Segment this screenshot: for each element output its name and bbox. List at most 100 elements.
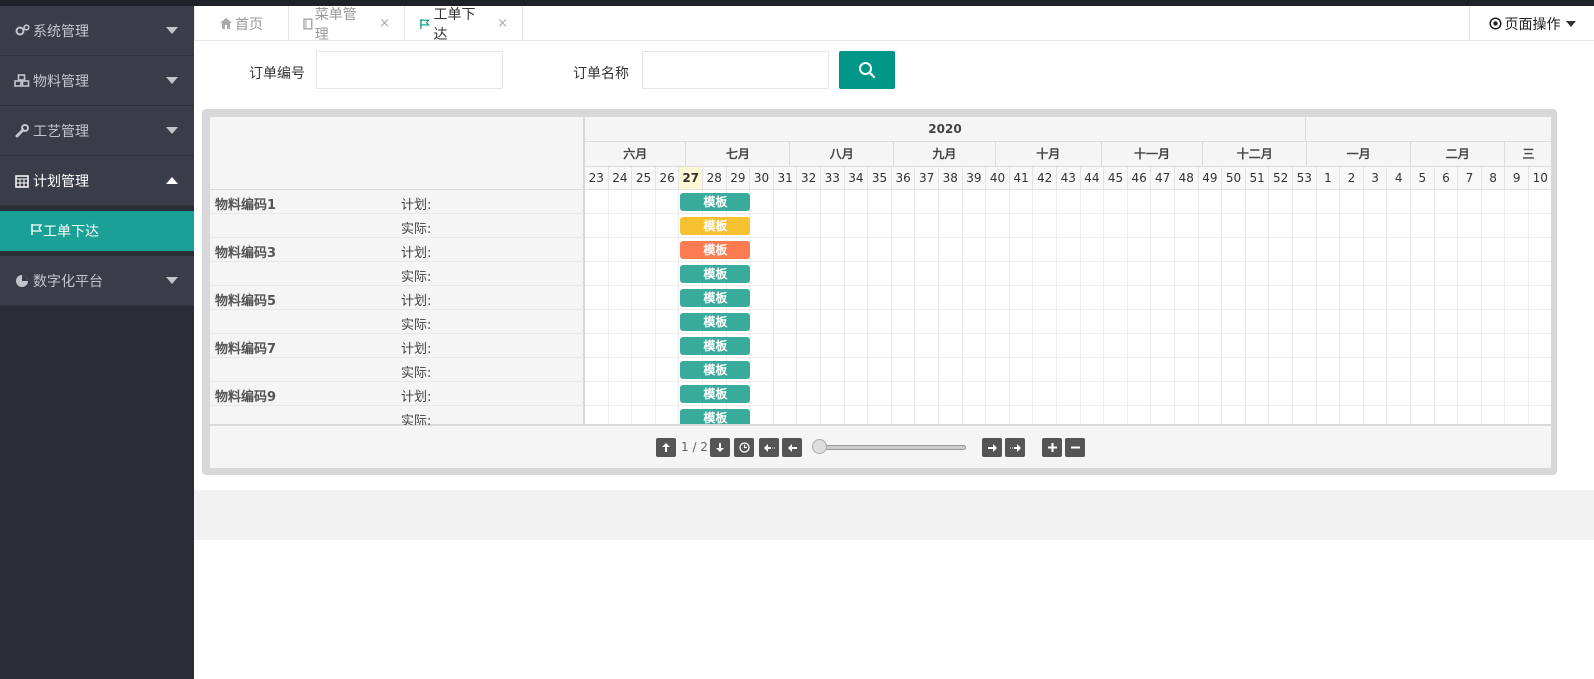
sidebar-item-system[interactable]: 系统管理: [0, 6, 194, 56]
week-header: 42: [1033, 167, 1057, 190]
gantt-bar[interactable]: 模板: [680, 289, 751, 307]
arrow-right-end-icon: [1009, 443, 1021, 452]
page-down-button[interactable]: [710, 438, 730, 457]
gantt-row-label: 物料编码1 计划:: [210, 190, 584, 214]
search-icon: [859, 62, 876, 79]
scroll-right-button[interactable]: [982, 438, 1002, 457]
order-name-input[interactable]: [642, 51, 829, 89]
gantt-row-label: 实际:: [210, 214, 584, 238]
gantt-row-label: 物料编码3 计划:: [210, 238, 584, 262]
tab-home[interactable]: 首页: [194, 6, 289, 41]
chevron-down-icon: [166, 27, 178, 34]
sidebar-item-label: 计划管理: [33, 173, 89, 190]
gantt-bar[interactable]: 模板: [680, 409, 751, 424]
sidebar: 系统管理 物料管理 工艺管理 计划管理 工单下达 数字化平台: [0, 6, 194, 679]
clock-icon: [738, 442, 750, 453]
week-header: 38: [939, 167, 963, 190]
sidebar-item-label: 工艺管理: [33, 123, 89, 140]
arrow-up-icon: [662, 443, 670, 452]
week-header: 25: [632, 167, 656, 190]
week-header: 48: [1175, 167, 1199, 190]
week-header: 24: [608, 167, 633, 190]
month-header: 十二月: [1203, 142, 1308, 167]
sidebar-item-process[interactable]: 工艺管理: [0, 106, 194, 156]
week-header: 35: [868, 167, 892, 190]
gantt-bar[interactable]: 模板: [680, 361, 751, 379]
gantt-row-label: 实际:: [210, 262, 584, 286]
row-type: 实际:: [401, 366, 432, 381]
gantt-bar[interactable]: 模板: [680, 313, 751, 331]
wrench-icon: [14, 123, 30, 139]
month-header: 七月: [686, 142, 791, 167]
gantt-bar[interactable]: 模板: [680, 337, 751, 355]
gantt-bar[interactable]: 模板: [680, 265, 751, 283]
gantt-bar[interactable]: 模板: [680, 193, 751, 211]
month-header: 九月: [894, 142, 996, 167]
week-header: 40: [986, 167, 1010, 190]
zoom-slider-handle[interactable]: [812, 439, 827, 454]
search-button[interactable]: [839, 51, 895, 89]
week-header: 9: [1505, 167, 1529, 190]
search-form: 订单编号 订单名称: [194, 42, 1594, 102]
gantt-bar[interactable]: 模板: [680, 241, 751, 259]
sidebar-item-material[interactable]: 物料管理: [0, 56, 194, 106]
material-code: 物料编码5: [215, 294, 277, 309]
gantt-row-label: 物料编码5 计划:: [210, 286, 584, 310]
pie-chart-icon: [14, 273, 30, 289]
gantt-navigation: 1 / 2: [210, 425, 1551, 468]
week-header: 50: [1222, 167, 1246, 190]
close-icon[interactable]: ×: [497, 16, 508, 31]
tab-label: 菜单管理: [314, 6, 357, 43]
gantt-row-label: 物料编码9 计划:: [210, 382, 584, 406]
row-type: 实际:: [401, 318, 432, 333]
week-header: 1: [1316, 167, 1341, 190]
month-header: 二月: [1411, 142, 1506, 167]
arrow-left-end-icon: [763, 443, 775, 452]
week-header: 52: [1269, 167, 1293, 190]
row-type: 计划:: [401, 342, 432, 357]
flag-icon: [420, 18, 430, 29]
page-up-button[interactable]: [656, 438, 676, 457]
week-header: 31: [773, 167, 798, 190]
tab-menu-manage[interactable]: 菜单管理 ×: [289, 6, 405, 43]
week-header: 10: [1529, 167, 1551, 190]
row-type: 实际:: [401, 222, 432, 237]
week-header: 29: [726, 167, 751, 190]
sidebar-item-digital[interactable]: 数字化平台: [0, 256, 194, 306]
order-no-label: 订单编号: [249, 66, 305, 82]
week-header: 32: [797, 167, 821, 190]
page-operations-button[interactable]: 页面操作: [1469, 6, 1594, 41]
scroll-begin-button[interactable]: [759, 438, 779, 457]
material-code: 物料编码9: [215, 390, 277, 405]
week-header: 6: [1434, 167, 1459, 190]
gantt-bar[interactable]: 模板: [680, 385, 751, 403]
zoom-out-button[interactable]: [1065, 438, 1085, 457]
week-header: 28: [703, 167, 727, 190]
gantt-left-header: [210, 117, 584, 190]
week-header: 47: [1151, 167, 1175, 190]
minus-icon: [1070, 446, 1080, 449]
gantt-row-label: 物料编码7 计划:: [210, 334, 584, 358]
zoom-slider-track[interactable]: [816, 445, 966, 450]
scroll-left-button[interactable]: [782, 438, 802, 457]
order-no-input[interactable]: [316, 51, 503, 89]
tab-work-order[interactable]: 工单下达 ×: [405, 6, 523, 43]
week-header: 44: [1080, 167, 1105, 190]
page-operations-label: 页面操作: [1504, 16, 1561, 33]
gantt-bar[interactable]: 模板: [680, 217, 751, 235]
week-header: 51: [1245, 167, 1270, 190]
month-header: 八月: [790, 142, 895, 167]
row-type: 计划:: [401, 294, 432, 309]
sidebar-item-plan[interactable]: 计划管理: [0, 156, 194, 206]
plus-icon: [1047, 443, 1057, 452]
today-button[interactable]: [734, 438, 754, 457]
close-icon[interactable]: ×: [379, 16, 390, 31]
tab-bar: 首页 菜单管理 × 工单下达 × 页面操作: [194, 6, 1594, 43]
zoom-in-button[interactable]: [1042, 438, 1062, 457]
chevron-down-icon: [166, 277, 178, 284]
scroll-end-button[interactable]: [1005, 438, 1025, 457]
month-header: 十一月: [1101, 142, 1204, 167]
arrow-down-icon: [716, 443, 724, 452]
week-header: 46: [1127, 167, 1152, 190]
sidebar-subitem-work-order[interactable]: 工单下达: [0, 211, 194, 251]
